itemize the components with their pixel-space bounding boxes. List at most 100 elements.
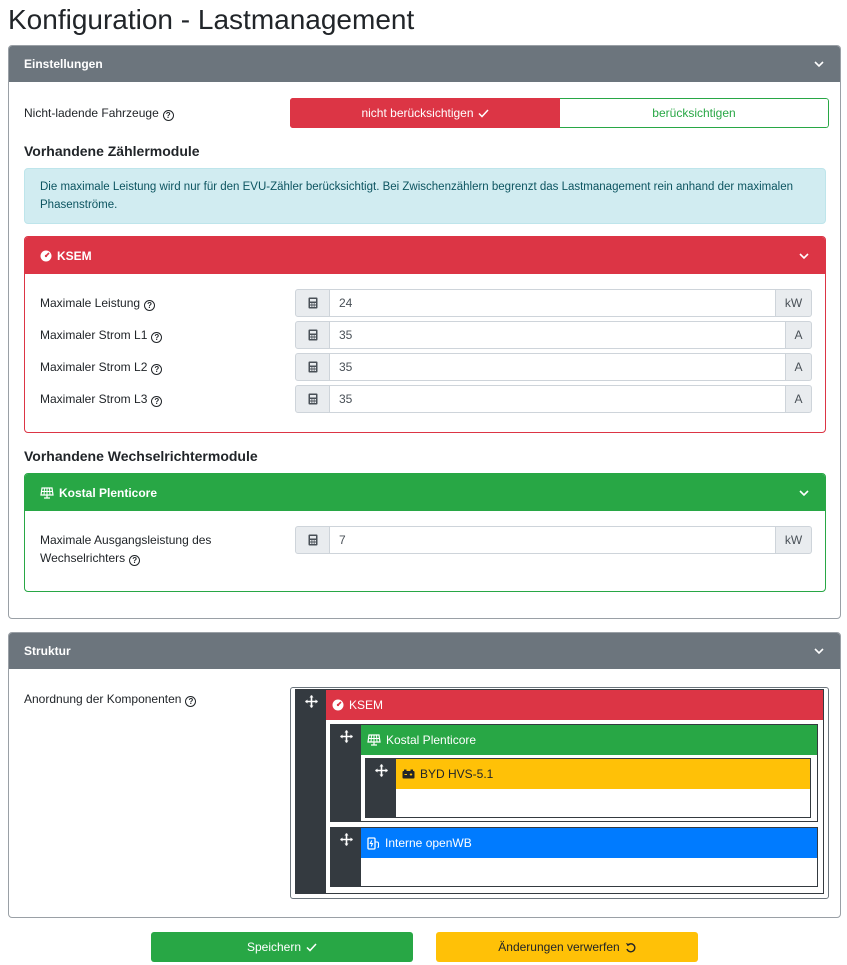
drag-handle[interactable] <box>331 725 361 821</box>
tree-node-battery-header: BYD HVS-5.1 <box>396 759 810 789</box>
unit-a: A <box>786 321 812 349</box>
help-icon[interactable]: ? <box>162 110 174 121</box>
calculator-icon <box>295 321 330 349</box>
max-output-group: kW <box>295 526 812 554</box>
max-current-l1-input[interactable] <box>330 321 786 349</box>
discard-button[interactable]: Änderungen verwerfen <box>436 932 698 962</box>
gauge-icon <box>332 699 344 711</box>
max-current-l2-input[interactable] <box>330 353 786 381</box>
max-current-l1-group: A <box>295 321 812 349</box>
chevron-down-icon[interactable] <box>813 58 825 70</box>
max-power-input[interactable] <box>330 289 776 317</box>
tree-node-ksem-children: Kostal Plenticore BYD HVS-5.1 Interne op… <box>326 720 823 893</box>
help-icon[interactable]: ? <box>185 696 197 707</box>
solar-panel-icon <box>367 734 381 746</box>
max-output-label-line1: Maximale Ausgangsleistung des <box>40 533 212 547</box>
tree-node-plenticore-label: Kostal Plenticore <box>386 733 477 747</box>
ksem-card: KSEM Maximale Leistung? kW Maximaler Str… <box>24 236 826 433</box>
settings-card-title: Einstellungen <box>24 57 103 71</box>
plenticore-card-header[interactable]: Kostal Plenticore <box>25 474 825 511</box>
unit-a: A <box>786 385 812 413</box>
option-nicht-beruecksichtigen[interactable]: nicht berücksichtigen <box>290 98 560 128</box>
option-beruecksichtigen[interactable]: berücksichtigen <box>560 98 829 128</box>
calculator-icon <box>295 289 330 317</box>
max-current-l3-label-text: Maximaler Strom L3 <box>40 392 148 406</box>
structure-card-title: Struktur <box>24 644 71 658</box>
help-icon[interactable]: ? <box>144 300 156 311</box>
help-icon[interactable]: ? <box>151 332 163 343</box>
tree-node-openwb-label: Interne openWB <box>385 836 472 850</box>
help-icon[interactable]: ? <box>129 555 141 566</box>
tree-node-battery-label: BYD HVS-5.1 <box>420 767 494 781</box>
chevron-down-icon[interactable] <box>813 645 825 657</box>
component-tree: KSEM Kostal Plenticore BYD HVS-5.1 Inter… <box>290 687 829 899</box>
battery-icon <box>402 769 415 779</box>
settings-card-header[interactable]: Einstellungen <box>9 46 840 82</box>
max-current-l2-label-text: Maximaler Strom L2 <box>40 360 148 374</box>
tree-node-plenticore-header: Kostal Plenticore <box>361 725 817 755</box>
drag-handle[interactable] <box>296 690 326 893</box>
move-icon <box>374 764 388 817</box>
max-output-label-line2: Wechselrichters <box>40 551 126 565</box>
max-current-l1-label: Maximaler Strom L1? <box>40 326 163 344</box>
gauge-icon <box>40 250 52 262</box>
unit-kw: kW <box>776 526 812 554</box>
tree-node-ksem-label: KSEM <box>349 698 384 712</box>
tree-node-plenticore[interactable]: Kostal Plenticore BYD HVS-5.1 <box>330 724 818 822</box>
meters-heading: Vorhandene Zählermodule <box>24 143 200 159</box>
move-icon <box>339 833 353 886</box>
tree-node-ksem[interactable]: KSEM Kostal Plenticore BYD HVS-5.1 Inter… <box>295 689 824 894</box>
max-output-label: Maximale Ausgangsleistung des Wechselric… <box>40 531 211 567</box>
page-title: Konfiguration - Lastmanagement <box>8 4 415 35</box>
max-current-l2-label: Maximaler Strom L2? <box>40 358 163 376</box>
solar-panel-icon <box>40 486 54 499</box>
non-charging-label-text: Nicht-ladende Fahrzeuge <box>24 106 159 120</box>
unit-a: A <box>786 353 812 381</box>
max-current-l3-group: A <box>295 385 812 413</box>
max-current-l1-label-text: Maximaler Strom L1 <box>40 328 148 342</box>
calculator-icon <box>295 385 330 413</box>
move-icon <box>339 730 353 821</box>
undo-icon <box>625 942 636 953</box>
tree-node-ksem-header: KSEM <box>326 690 823 720</box>
plenticore-card: Kostal Plenticore Maximale Ausgangsleist… <box>24 473 826 592</box>
max-output-input[interactable] <box>330 526 776 554</box>
tree-node-battery[interactable]: BYD HVS-5.1 <box>365 758 811 818</box>
save-button[interactable]: Speichern <box>151 932 413 962</box>
max-current-l2-group: A <box>295 353 812 381</box>
help-icon[interactable]: ? <box>151 396 163 407</box>
tree-node-battery-children <box>396 789 810 817</box>
settings-card: Einstellungen Nicht-ladende Fahrzeuge? n… <box>8 45 841 619</box>
move-icon <box>304 695 318 893</box>
unit-kw: kW <box>776 289 812 317</box>
check-icon <box>306 942 317 952</box>
drag-handle[interactable] <box>331 828 361 886</box>
structure-card: Struktur Anordnung der Komponenten? KSEM <box>8 632 841 918</box>
max-current-l3-input[interactable] <box>330 385 786 413</box>
ksem-title: KSEM <box>57 248 92 263</box>
tree-node-openwb-header: Interne openWB <box>361 828 817 858</box>
info-alert: Die maximale Leistung wird nur für den E… <box>24 168 826 224</box>
check-icon <box>478 108 489 118</box>
discard-button-label: Änderungen verwerfen <box>498 940 620 954</box>
calculator-icon <box>295 353 330 381</box>
max-power-label: Maximale Leistung? <box>40 294 156 312</box>
help-icon[interactable]: ? <box>151 364 163 375</box>
option-on-label: nicht berücksichtigen <box>361 106 474 120</box>
inverters-heading: Vorhandene Wechselrichtermodule <box>24 448 258 464</box>
charging-station-icon <box>367 836 380 850</box>
chevron-down-icon[interactable] <box>798 250 810 262</box>
chevron-down-icon[interactable] <box>798 487 810 499</box>
structure-card-header[interactable]: Struktur <box>9 633 840 669</box>
tree-node-openwb[interactable]: Interne openWB <box>330 827 818 887</box>
non-charging-toggle: nicht berücksichtigen berücksichtigen <box>290 98 829 128</box>
arrangement-label-text: Anordnung der Komponenten <box>24 692 182 706</box>
tree-node-plenticore-children: BYD HVS-5.1 <box>361 755 817 821</box>
ksem-card-header[interactable]: KSEM <box>25 237 825 274</box>
max-power-group: kW <box>295 289 812 317</box>
max-current-l3-label: Maximaler Strom L3? <box>40 390 163 408</box>
arrangement-label: Anordnung der Komponenten? <box>24 692 197 707</box>
drag-handle[interactable] <box>366 759 396 817</box>
plenticore-title: Kostal Plenticore <box>59 485 158 500</box>
save-button-label: Speichern <box>246 940 302 954</box>
